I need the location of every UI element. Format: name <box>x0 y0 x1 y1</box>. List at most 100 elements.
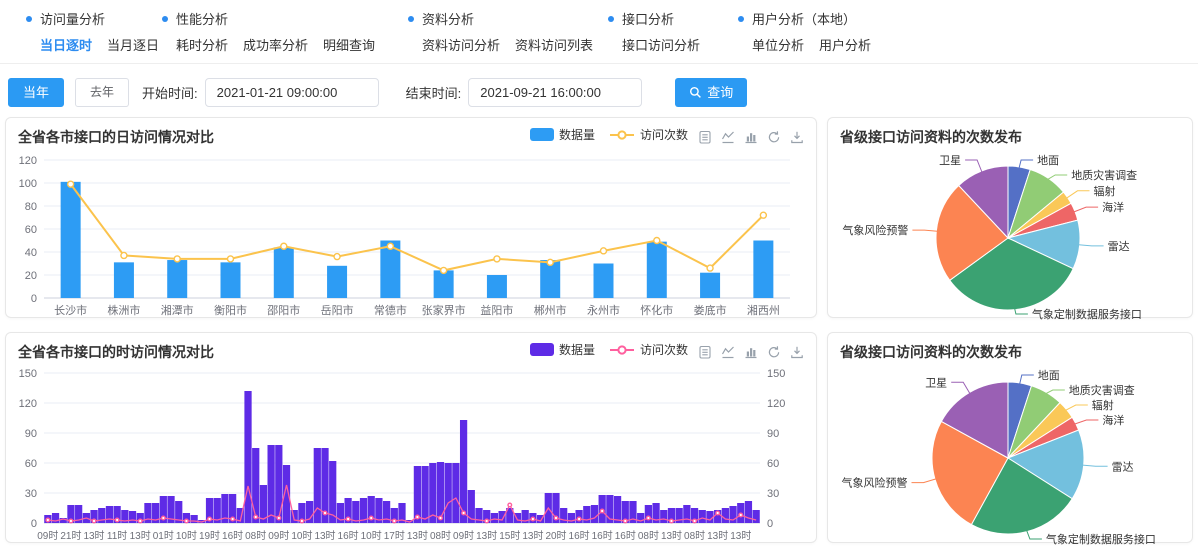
svg-text:20时: 20时 <box>545 530 566 542</box>
end-time-label: 结束时间: <box>406 83 462 102</box>
svg-text:株洲市: 株洲市 <box>107 303 140 317</box>
start-time-label: 开始时间: <box>142 83 198 102</box>
legend-bar-swatch <box>530 343 554 356</box>
svg-text:娄底市: 娄底市 <box>694 303 727 317</box>
svg-text:90: 90 <box>767 428 779 440</box>
nav-item[interactable]: 资料访问列表 <box>515 35 593 54</box>
legend-line-swatch <box>609 344 635 356</box>
line-type-icon[interactable] <box>721 130 735 144</box>
nav-group-title: 用户分析（本地） <box>738 9 871 28</box>
svg-text:雷达: 雷达 <box>1112 460 1134 473</box>
svg-text:湘西州: 湘西州 <box>747 303 780 317</box>
nav-group-title: 接口分析 <box>608 9 700 28</box>
nav-item[interactable]: 当月逐日 <box>107 35 159 54</box>
this-year-button[interactable]: 当年 <box>8 78 64 107</box>
nav-group-title: 访问量分析 <box>26 9 159 28</box>
svg-text:08时: 08时 <box>638 530 659 542</box>
svg-text:辐射: 辐射 <box>1094 184 1116 198</box>
legend-item-bar[interactable]: 数据量 <box>530 341 595 358</box>
nav-item[interactable]: 当日逐时 <box>40 35 92 54</box>
bullet-icon <box>608 16 614 22</box>
svg-text:长沙市: 长沙市 <box>54 303 87 317</box>
svg-text:13时: 13时 <box>314 530 335 542</box>
nav-item[interactable]: 明细查询 <box>323 35 375 54</box>
restore-icon[interactable] <box>767 130 781 144</box>
pie-top-canvas[interactable]: 地面地质灾害调查辐射海洋雷达气象定制数据服务接口气象风险预警卫星 <box>828 150 1190 322</box>
svg-text:08时: 08时 <box>430 530 451 542</box>
svg-text:湘潭市: 湘潭市 <box>161 303 194 317</box>
pie-top-title: 省级接口访问资料的次数发布 <box>840 127 1022 147</box>
svg-text:120: 120 <box>19 155 37 167</box>
svg-text:卫星: 卫星 <box>925 376 947 389</box>
svg-text:13时: 13时 <box>476 530 497 542</box>
svg-text:16时: 16时 <box>592 530 613 542</box>
line-type-icon[interactable] <box>721 345 735 359</box>
download-icon[interactable] <box>790 130 804 144</box>
chart-toolbox <box>698 345 804 359</box>
nav-item[interactable]: 接口访问分析 <box>622 35 700 54</box>
bullet-icon <box>26 16 32 22</box>
svg-text:10时: 10时 <box>291 530 312 542</box>
hourly-chart-canvas[interactable]: 0030306060909012012015015009时21时13时11时13… <box>6 365 806 545</box>
svg-text:郴州市: 郴州市 <box>534 303 567 317</box>
svg-text:张家界市: 张家界市 <box>422 303 466 317</box>
bullet-icon <box>738 16 744 22</box>
end-time-input[interactable] <box>468 78 642 107</box>
bar-type-icon[interactable] <box>744 345 758 359</box>
pie-bottom-canvas[interactable]: 地面地质灾害调查辐射海洋雷达气象定制数据服务接口气象风险预警卫星 <box>828 365 1190 547</box>
daily-chart-title: 全省各市接口的日访问情况对比 <box>18 127 214 147</box>
download-icon[interactable] <box>790 345 804 359</box>
svg-text:地面: 地面 <box>1037 154 1059 167</box>
svg-text:13时: 13时 <box>707 530 728 542</box>
svg-text:60: 60 <box>25 458 37 470</box>
nav-item[interactable]: 单位分析 <box>752 35 804 54</box>
nav-item[interactable]: 耗时分析 <box>176 35 228 54</box>
svg-text:09时: 09时 <box>268 530 289 542</box>
legend-item-line[interactable]: 访问次数 <box>609 341 688 358</box>
bullet-icon <box>162 16 168 22</box>
svg-text:气象风险预警: 气象风险预警 <box>842 476 908 490</box>
svg-text:15时: 15时 <box>499 530 520 542</box>
start-time-input[interactable] <box>205 78 379 107</box>
legend-line-swatch <box>609 129 635 141</box>
svg-text:13时: 13时 <box>130 530 151 542</box>
svg-text:气象定制数据服务接口: 气象定制数据服务接口 <box>1032 307 1142 321</box>
svg-text:150: 150 <box>19 368 37 380</box>
pie-bottom-title: 省级接口访问资料的次数发布 <box>840 342 1022 362</box>
svg-text:地质灾害调查: 地质灾害调查 <box>1071 168 1137 182</box>
legend-item-bar[interactable]: 数据量 <box>530 126 595 143</box>
legend-item-line[interactable]: 访问次数 <box>609 126 688 143</box>
nav-item[interactable]: 资料访问分析 <box>422 35 500 54</box>
legend-bar-swatch <box>530 128 554 141</box>
svg-text:气象定制数据服务接口: 气象定制数据服务接口 <box>1046 532 1156 546</box>
svg-text:60: 60 <box>25 224 37 236</box>
search-icon <box>689 86 702 99</box>
nav-group-title: 资料分析 <box>408 9 593 28</box>
svg-text:岳阳市: 岳阳市 <box>321 303 354 317</box>
svg-text:13时: 13时 <box>661 530 682 542</box>
query-button[interactable]: 查询 <box>675 78 747 107</box>
last-year-button[interactable]: 去年 <box>75 78 129 107</box>
svg-text:13时: 13时 <box>730 530 751 542</box>
bullet-icon <box>408 16 414 22</box>
restore-icon[interactable] <box>767 345 781 359</box>
svg-text:衡阳市: 衡阳市 <box>214 303 247 317</box>
svg-text:30: 30 <box>25 488 37 500</box>
bar-type-icon[interactable] <box>744 130 758 144</box>
nav-item[interactable]: 用户分析 <box>819 35 871 54</box>
daily-chart-canvas[interactable]: 020406080100120长沙市株洲市湘潭市衡阳市邵阳市岳阳市常德市张家界市… <box>6 150 806 320</box>
svg-text:11时: 11时 <box>107 530 127 542</box>
svg-text:永州市: 永州市 <box>587 303 620 317</box>
svg-text:卫星: 卫星 <box>939 154 961 167</box>
hourly-chart-card: 全省各市接口的时访问情况对比 数据量 访问次数 0030306060909012… <box>5 332 817 543</box>
data-view-icon[interactable] <box>698 130 712 144</box>
svg-text:21时: 21时 <box>60 530 81 542</box>
hourly-chart-legend: 数据量 访问次数 <box>530 341 688 358</box>
data-view-icon[interactable] <box>698 345 712 359</box>
svg-text:30: 30 <box>767 488 779 500</box>
svg-text:16时: 16时 <box>569 530 590 542</box>
svg-text:辐射: 辐射 <box>1092 398 1114 412</box>
svg-text:16时: 16时 <box>222 530 243 542</box>
nav-item[interactable]: 成功率分析 <box>243 35 308 54</box>
daily-chart-legend: 数据量 访问次数 <box>530 126 688 143</box>
